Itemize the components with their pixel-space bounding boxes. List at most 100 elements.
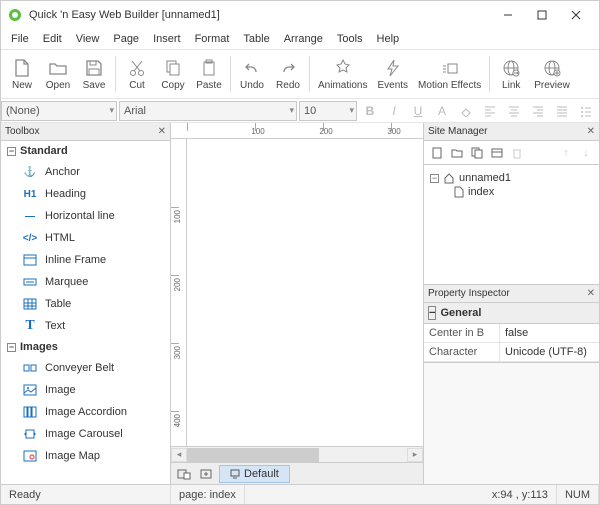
menu-format[interactable]: Format xyxy=(189,31,236,47)
italic-button[interactable]: I xyxy=(383,101,405,121)
property-row[interactable]: Center in Bfalse xyxy=(424,324,599,343)
animations-icon xyxy=(332,57,354,79)
align-right-button[interactable] xyxy=(527,101,549,121)
tree-page-index[interactable]: index xyxy=(430,185,593,199)
align-center-button[interactable] xyxy=(503,101,525,121)
site-tree[interactable]: − unnamed1 index xyxy=(424,165,599,285)
menu-edit[interactable]: Edit xyxy=(37,31,68,47)
property-inspector: −General Center in Bfalse CharacterUnico… xyxy=(424,303,599,484)
toolbox-category-standard[interactable]: −Standard xyxy=(1,141,170,161)
align-left-button[interactable] xyxy=(479,101,501,121)
menu-page[interactable]: Page xyxy=(107,31,145,47)
motion-effects-button[interactable]: Motion Effects xyxy=(414,51,485,97)
tool-image[interactable]: Image xyxy=(1,379,170,401)
save-button[interactable]: Save xyxy=(77,51,111,97)
menu-file[interactable]: File xyxy=(5,31,35,47)
menu-help[interactable]: Help xyxy=(371,31,406,47)
tool-marquee[interactable]: Marquee xyxy=(1,271,170,293)
font-color-icon: A xyxy=(438,104,446,118)
underline-button[interactable]: U xyxy=(407,101,429,121)
scroll-right-icon[interactable]: ▸ xyxy=(407,448,423,462)
link-button[interactable]: Link xyxy=(494,51,528,97)
close-button[interactable] xyxy=(559,3,593,27)
cut-button[interactable]: Cut xyxy=(120,51,154,97)
add-breakpoint-icon[interactable] xyxy=(197,466,215,482)
toolbox-category-images[interactable]: −Images xyxy=(1,337,170,357)
tool-heading[interactable]: H1Heading xyxy=(1,183,170,205)
new-page-icon[interactable] xyxy=(430,146,444,160)
home-icon xyxy=(443,172,455,184)
open-folder-icon xyxy=(47,57,69,79)
ruler-horizontal: 100 200 300 xyxy=(171,123,423,139)
property-row[interactable]: CharacterUnicode (UTF-8) xyxy=(424,343,599,362)
undo-button[interactable]: Undo xyxy=(235,51,269,97)
font-combo[interactable]: Arial▾ xyxy=(119,101,297,121)
close-icon[interactable]: ✕ xyxy=(587,126,595,137)
menu-arrange[interactable]: Arrange xyxy=(278,31,329,47)
copy-icon xyxy=(162,57,184,79)
tool-anchor[interactable]: ⚓Anchor xyxy=(1,161,170,183)
text-icon: T xyxy=(23,319,37,333)
tool-inline-frame[interactable]: Inline Frame xyxy=(1,249,170,271)
property-group-general[interactable]: −General xyxy=(424,303,599,324)
scroll-thumb[interactable] xyxy=(187,448,319,462)
maximize-button[interactable] xyxy=(525,3,559,27)
menu-insert[interactable]: Insert xyxy=(147,31,187,47)
undo-icon xyxy=(241,57,263,79)
clone-page-icon[interactable] xyxy=(470,146,484,160)
scroll-track[interactable] xyxy=(187,448,407,462)
align-center-icon xyxy=(508,105,520,117)
align-justify-icon xyxy=(556,105,568,117)
new-button[interactable]: New xyxy=(5,51,39,97)
close-icon[interactable]: ✕ xyxy=(587,288,595,299)
open-button[interactable]: Open xyxy=(41,51,75,97)
style-combo[interactable]: (None)▾ xyxy=(1,101,117,121)
breakpoint-tab-default[interactable]: Default xyxy=(219,465,290,483)
page-properties-icon[interactable] xyxy=(490,146,504,160)
preview-button[interactable]: Preview xyxy=(530,51,574,97)
tool-table[interactable]: Table xyxy=(1,293,170,315)
collapse-icon[interactable]: − xyxy=(430,174,439,183)
app-icon xyxy=(7,7,23,23)
tool-html[interactable]: </>HTML xyxy=(1,227,170,249)
animations-button[interactable]: Animations xyxy=(314,51,371,97)
font-size-combo[interactable]: 10▾ xyxy=(299,101,357,121)
bold-button[interactable]: B xyxy=(359,101,381,121)
tree-root[interactable]: − unnamed1 xyxy=(430,171,593,185)
responsive-icon[interactable] xyxy=(175,466,193,482)
menu-table[interactable]: Table xyxy=(237,31,275,47)
align-justify-button[interactable] xyxy=(551,101,573,121)
copy-button[interactable]: Copy xyxy=(156,51,190,97)
canvas[interactable] xyxy=(187,139,423,446)
minimize-button[interactable] xyxy=(491,3,525,27)
close-icon[interactable]: ✕ xyxy=(158,126,166,137)
main-area: Toolbox ✕ −Standard ⚓Anchor H1Heading ―H… xyxy=(1,123,599,484)
status-numlock: NUM xyxy=(557,485,599,504)
tool-image-carousel[interactable]: Image Carousel xyxy=(1,423,170,445)
tool-conveyer-belt[interactable]: Conveyer Belt xyxy=(1,357,170,379)
scroll-left-icon[interactable]: ◂ xyxy=(171,448,187,462)
list-button[interactable] xyxy=(575,101,597,121)
window-title: Quick 'n Easy Web Builder [unnamed1] xyxy=(29,9,491,21)
tool-image-accordion[interactable]: Image Accordion xyxy=(1,401,170,423)
horizontal-scrollbar[interactable]: ◂ ▸ xyxy=(171,446,423,462)
events-button[interactable]: Events xyxy=(373,51,412,97)
tool-text[interactable]: TText xyxy=(1,315,170,337)
move-down-icon[interactable]: ↓ xyxy=(579,146,593,160)
fill-color-button[interactable] xyxy=(455,101,477,121)
new-folder-icon[interactable] xyxy=(450,146,464,160)
list-icon xyxy=(580,105,592,117)
toolbox-list[interactable]: −Standard ⚓Anchor H1Heading ―Horizontal … xyxy=(1,141,170,484)
move-up-icon[interactable]: ↑ xyxy=(559,146,573,160)
tool-image-map[interactable]: Image Map xyxy=(1,445,170,467)
align-left-icon xyxy=(484,105,496,117)
toolbox-panel: Toolbox ✕ −Standard ⚓Anchor H1Heading ―H… xyxy=(1,123,171,484)
menu-view[interactable]: View xyxy=(70,31,106,47)
cut-icon xyxy=(126,57,148,79)
menu-tools[interactable]: Tools xyxy=(331,31,369,47)
tool-horizontal-line[interactable]: ―Horizontal line xyxy=(1,205,170,227)
paste-button[interactable]: Paste xyxy=(192,51,226,97)
font-color-button[interactable]: A xyxy=(431,101,453,121)
redo-button[interactable]: Redo xyxy=(271,51,305,97)
delete-icon[interactable] xyxy=(510,146,524,160)
